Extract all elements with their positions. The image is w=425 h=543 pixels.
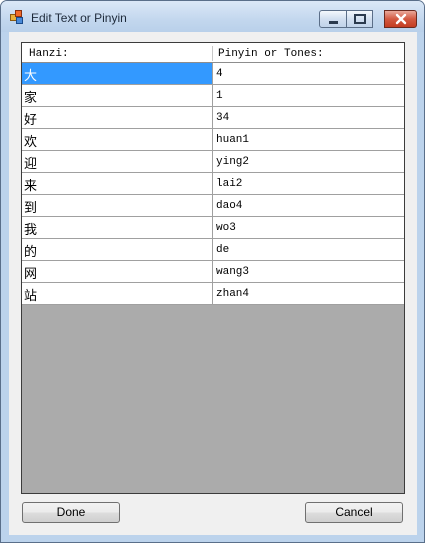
table-row[interactable]: 站 zhan4 [22,283,404,305]
hanzi-cell[interactable]: 站 [22,283,213,304]
grid-rows: 大 4 家 1 好 34 欢 huan1 迎 ying2 来 lai2 到 da… [22,63,404,305]
pinyin-cell[interactable]: 34 [213,107,403,128]
close-icon [395,13,407,25]
grid-header: Hanzi: Pinyin or Tones: [22,43,404,63]
pinyin-cell[interactable]: dao4 [213,195,403,216]
pinyin-cell[interactable]: de [213,239,403,260]
hanzi-cell[interactable]: 好 [22,107,213,128]
pinyin-cell[interactable]: zhan4 [213,283,403,304]
table-row[interactable]: 的 de [22,239,404,261]
table-row[interactable]: 来 lai2 [22,173,404,195]
minimize-icon [329,21,338,24]
pinyin-cell[interactable]: ying2 [213,151,403,172]
done-button[interactable]: Done [22,502,120,523]
table-row[interactable]: 欢 huan1 [22,129,404,151]
hanzi-cell[interactable]: 网 [22,261,213,282]
pinyin-cell[interactable]: wang3 [213,261,403,282]
hanzi-cell[interactable]: 欢 [22,129,213,150]
maximize-button[interactable] [347,10,373,28]
maximize-icon [354,14,366,24]
dialog-window: Edit Text or Pinyin Hanzi: Pinyin or Ton… [0,0,425,543]
pinyin-cell[interactable]: wo3 [213,217,403,238]
table-row[interactable]: 家 1 [22,85,404,107]
hanzi-cell[interactable]: 大 [22,63,213,84]
hanzi-cell[interactable]: 迎 [22,151,213,172]
header-divider [212,46,213,61]
table-row[interactable]: 大 4 [22,63,404,85]
table-row[interactable]: 我 wo3 [22,217,404,239]
hanzi-cell[interactable]: 我 [22,217,213,238]
column-header-hanzi[interactable]: Hanzi: [29,44,69,63]
table-row[interactable]: 网 wang3 [22,261,404,283]
table-row[interactable]: 到 dao4 [22,195,404,217]
app-icon [10,10,24,24]
pinyin-cell[interactable]: lai2 [213,173,403,194]
table-row[interactable]: 迎 ying2 [22,151,404,173]
close-button[interactable] [384,10,417,28]
hanzi-cell[interactable]: 来 [22,173,213,194]
hanzi-cell[interactable]: 到 [22,195,213,216]
pinyin-cell[interactable]: 4 [213,63,403,84]
minimize-button[interactable] [319,10,347,28]
table-row[interactable]: 好 34 [22,107,404,129]
hanzi-cell[interactable]: 的 [22,239,213,260]
dialog-body: Hanzi: Pinyin or Tones: 大 4 家 1 好 34 欢 h… [9,32,417,535]
window-title: Edit Text or Pinyin [31,11,127,25]
cancel-button[interactable]: Cancel [305,502,403,523]
title-bar[interactable]: Edit Text or Pinyin [1,1,424,32]
column-header-pinyin[interactable]: Pinyin or Tones: [218,44,324,63]
pinyin-grid[interactable]: Hanzi: Pinyin or Tones: 大 4 家 1 好 34 欢 h… [21,42,405,494]
pinyin-cell[interactable]: huan1 [213,129,403,150]
pinyin-cell[interactable]: 1 [213,85,403,106]
hanzi-cell[interactable]: 家 [22,85,213,106]
